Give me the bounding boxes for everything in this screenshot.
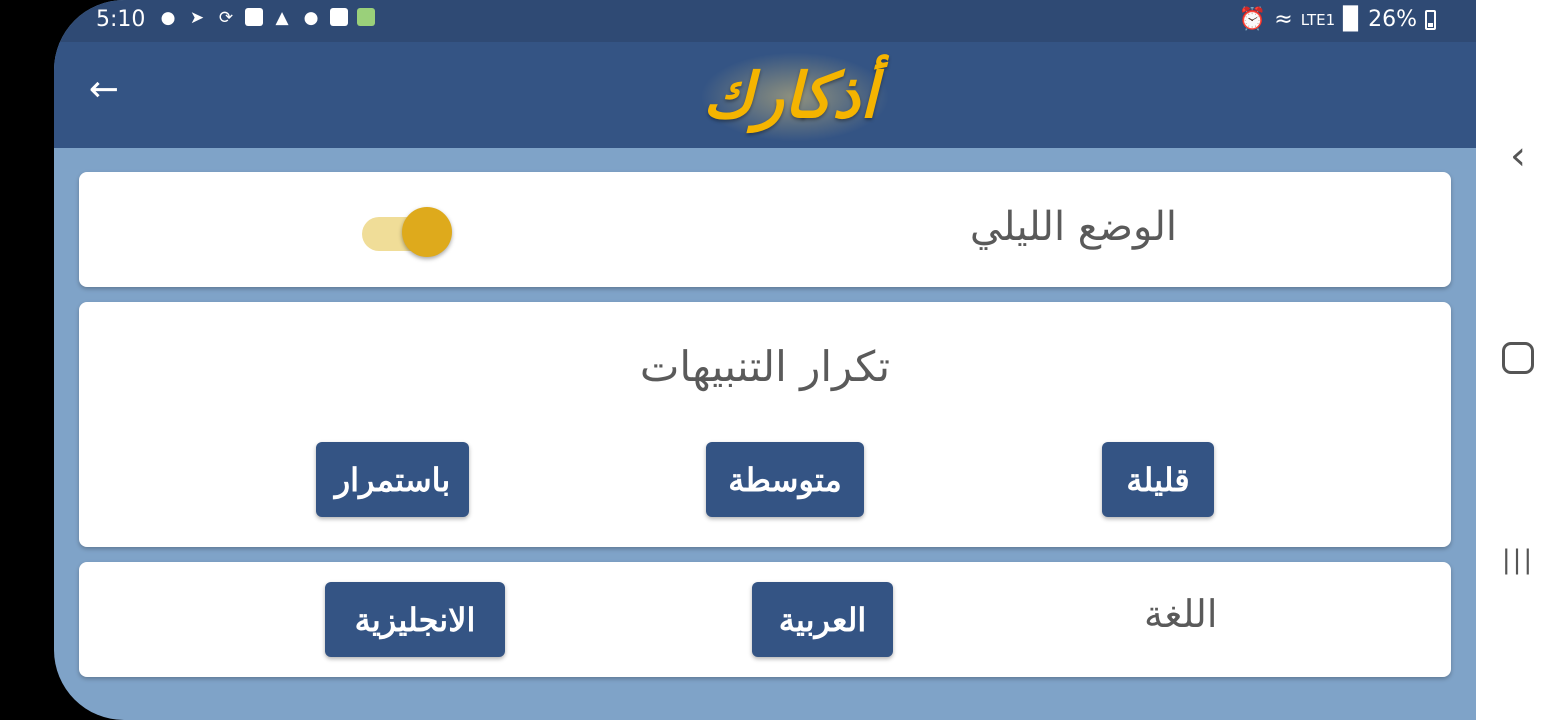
warning-icon: ▲ <box>275 8 289 28</box>
rare-button[interactable]: قليلة <box>1102 442 1214 517</box>
battery-icon <box>1425 9 1436 30</box>
medium-button[interactable]: متوسطة <box>706 442 864 517</box>
app-icon <box>357 8 375 26</box>
network-label: LTE1 <box>1300 10 1336 29</box>
shopping-bag-icon: ● <box>160 8 176 28</box>
app-screen: 5:10 ● ➤ ⟳ ▲ ● ⏰ ≈ LTE1 ▉ 26% ← أذكارك ا… <box>54 0 1476 720</box>
checkbox-icon <box>245 8 263 26</box>
keyhole-icon: ● <box>303 8 319 28</box>
english-button[interactable]: الانجليزية <box>325 582 505 657</box>
navigation-bar: ‹ ||| <box>1476 0 1560 720</box>
arabic-button[interactable]: العربية <box>752 582 893 657</box>
alarm-icon: ⏰ <box>1238 7 1267 32</box>
toggle-thumb <box>402 207 452 257</box>
night-mode-card: الوضع الليلي <box>79 172 1451 287</box>
system-icons: ⏰ ≈ LTE1 ▉ 26% <box>1239 7 1436 32</box>
app-bar: ← أذكارك <box>54 42 1476 148</box>
sync-icon: ⟳ <box>218 8 234 28</box>
image-icon <box>330 8 348 26</box>
language-label: اللغة <box>1144 592 1218 636</box>
notifications-card: تكرار التنبيهات قليلة متوسطة باستمرار <box>79 302 1451 547</box>
notification-icons: ● ➤ ⟳ ▲ ● <box>158 8 375 28</box>
arrow-left-icon[interactable]: ← <box>84 70 124 110</box>
constant-button[interactable]: باستمرار <box>316 442 469 517</box>
signal-icon: ▉ <box>1343 7 1361 32</box>
status-bar: 5:10 ● ➤ ⟳ ▲ ● ⏰ ≈ LTE1 ▉ 26% <box>54 0 1476 42</box>
language-card: اللغة العربية الانجليزية <box>79 562 1451 677</box>
status-time: 5:10 <box>96 7 146 32</box>
wifi-icon: ≈ <box>1274 7 1293 32</box>
telegram-icon: ➤ <box>189 8 205 28</box>
notifications-title: تكرار التنبيهات <box>639 342 891 391</box>
app-title: أذكارك <box>702 58 878 132</box>
battery-percent: 26% <box>1368 7 1417 32</box>
recent-apps-icon[interactable]: ||| <box>1476 530 1560 590</box>
night-mode-toggle[interactable] <box>362 207 452 257</box>
home-icon[interactable] <box>1476 328 1560 388</box>
chevron-left-icon[interactable]: ‹ <box>1476 126 1560 186</box>
night-mode-label: الوضع الليلي <box>969 204 1177 250</box>
app-logo: أذكارك <box>660 42 920 148</box>
